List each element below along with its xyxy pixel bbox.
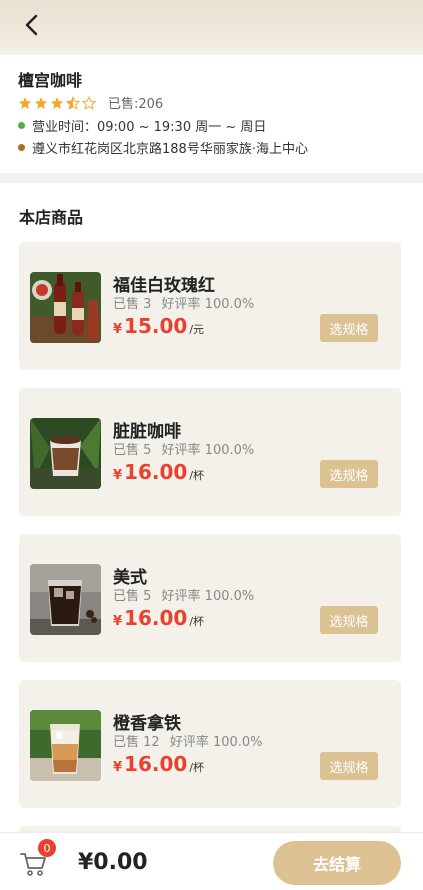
price-amount: 16.00 <box>124 606 188 630</box>
price-unit: /杯 <box>189 469 205 482</box>
cart-count-badge: 0 <box>38 839 56 857</box>
product-image-beer[interactable] <box>30 272 101 343</box>
product-card[interactable]: 橙香拿铁 已售 12 好评率 100.0% ¥ 16.00 /杯 选规格 <box>19 680 401 808</box>
rating-row: 已售:206 <box>18 93 163 112</box>
business-hours: 营业时间：09:00 ~ 19:30 周一 ~ 周日 <box>32 120 267 135</box>
bottom-cart-bar: 0 ¥0.00 去结算 <box>0 832 423 890</box>
brown-dot-icon <box>18 144 25 151</box>
product-price: ¥ 16.00 /杯 <box>113 460 204 484</box>
price-amount: 15.00 <box>124 314 188 338</box>
price-unit: /元 <box>189 323 205 336</box>
price-amount: 16.00 <box>124 752 188 776</box>
top-bar <box>0 0 423 50</box>
shop-name: 檀宫咖啡 <box>18 71 83 90</box>
back-button[interactable] <box>18 12 44 38</box>
green-dot-icon <box>18 122 25 129</box>
product-sold: 已售 5 <box>113 443 152 458</box>
select-spec-button[interactable]: 选规格 <box>320 314 378 342</box>
product-rating: 好评率 100.0% <box>169 735 263 750</box>
product-image-dirty-coffee[interactable] <box>30 418 101 489</box>
product-price: ¥ 16.00 /杯 <box>113 606 204 630</box>
price-currency: ¥ <box>113 614 123 629</box>
product-price: ¥ 16.00 /杯 <box>113 752 204 776</box>
product-sold: 已售 5 <box>113 589 152 604</box>
price-currency: ¥ <box>113 468 123 483</box>
address-row[interactable]: 遵义市红花岗区北京路188号华丽家族·海上中心 <box>18 138 308 157</box>
product-sold: 已售 3 <box>113 297 152 312</box>
checkout-button[interactable]: 去结算 <box>273 841 401 885</box>
cart-total: ¥0.00 <box>78 850 148 875</box>
product-card[interactable]: 福佳白玫瑰红 已售 3 好评率 100.0% ¥ 15.00 /元 选规格 <box>19 242 401 370</box>
shop-sold-count: 已售:206 <box>108 97 164 112</box>
price-currency: ¥ <box>113 760 123 775</box>
star-full-icon <box>34 96 48 109</box>
product-sold: 已售 12 <box>113 735 160 750</box>
star-full-icon <box>18 96 32 109</box>
chevron-left-icon <box>25 14 38 36</box>
price-amount: 16.00 <box>124 460 188 484</box>
price-currency: ¥ <box>113 322 123 337</box>
price-unit: /杯 <box>189 615 205 628</box>
product-rating: 好评率 100.0% <box>161 297 255 312</box>
product-card[interactable]: 脏脏咖啡 已售 5 好评率 100.0% ¥ 16.00 /杯 选规格 <box>19 388 401 516</box>
price-unit: /杯 <box>189 761 205 774</box>
product-meta: 已售 5 好评率 100.0% <box>113 439 260 458</box>
shop-address: 遵义市红花岗区北京路188号华丽家族·海上中心 <box>32 142 308 157</box>
product-image-orange-latte[interactable] <box>30 710 101 781</box>
product-rating: 好评率 100.0% <box>161 589 255 604</box>
business-hours-row: 营业时间：09:00 ~ 19:30 周一 ~ 周日 <box>18 116 266 135</box>
product-meta: 已售 12 好评率 100.0% <box>113 731 269 750</box>
select-spec-button[interactable]: 选规格 <box>320 606 378 634</box>
product-card[interactable]: 美式 已售 5 好评率 100.0% ¥ 16.00 /杯 选规格 <box>19 534 401 662</box>
star-full-icon <box>50 96 64 109</box>
products-section: 本店商品 福佳白玫瑰红 已售 3 好评率 100.0% ¥ 15.00 /元 选… <box>0 183 423 833</box>
product-image-americano[interactable] <box>30 564 101 635</box>
product-meta: 已售 5 好评率 100.0% <box>113 585 260 604</box>
select-spec-button[interactable]: 选规格 <box>320 752 378 780</box>
star-rating <box>18 95 96 110</box>
section-title: 本店商品 <box>19 208 84 227</box>
product-meta: 已售 3 好评率 100.0% <box>113 293 260 312</box>
product-price: ¥ 15.00 /元 <box>113 314 204 338</box>
product-rating: 好评率 100.0% <box>161 443 255 458</box>
select-spec-button[interactable]: 选规格 <box>320 460 378 488</box>
shop-info-card: 檀宫咖啡 已售:206 营业时间：09:00 ~ 19:30 周一 ~ 周日 遵… <box>0 55 423 173</box>
star-empty-icon <box>82 95 96 110</box>
star-half-icon <box>66 95 80 110</box>
